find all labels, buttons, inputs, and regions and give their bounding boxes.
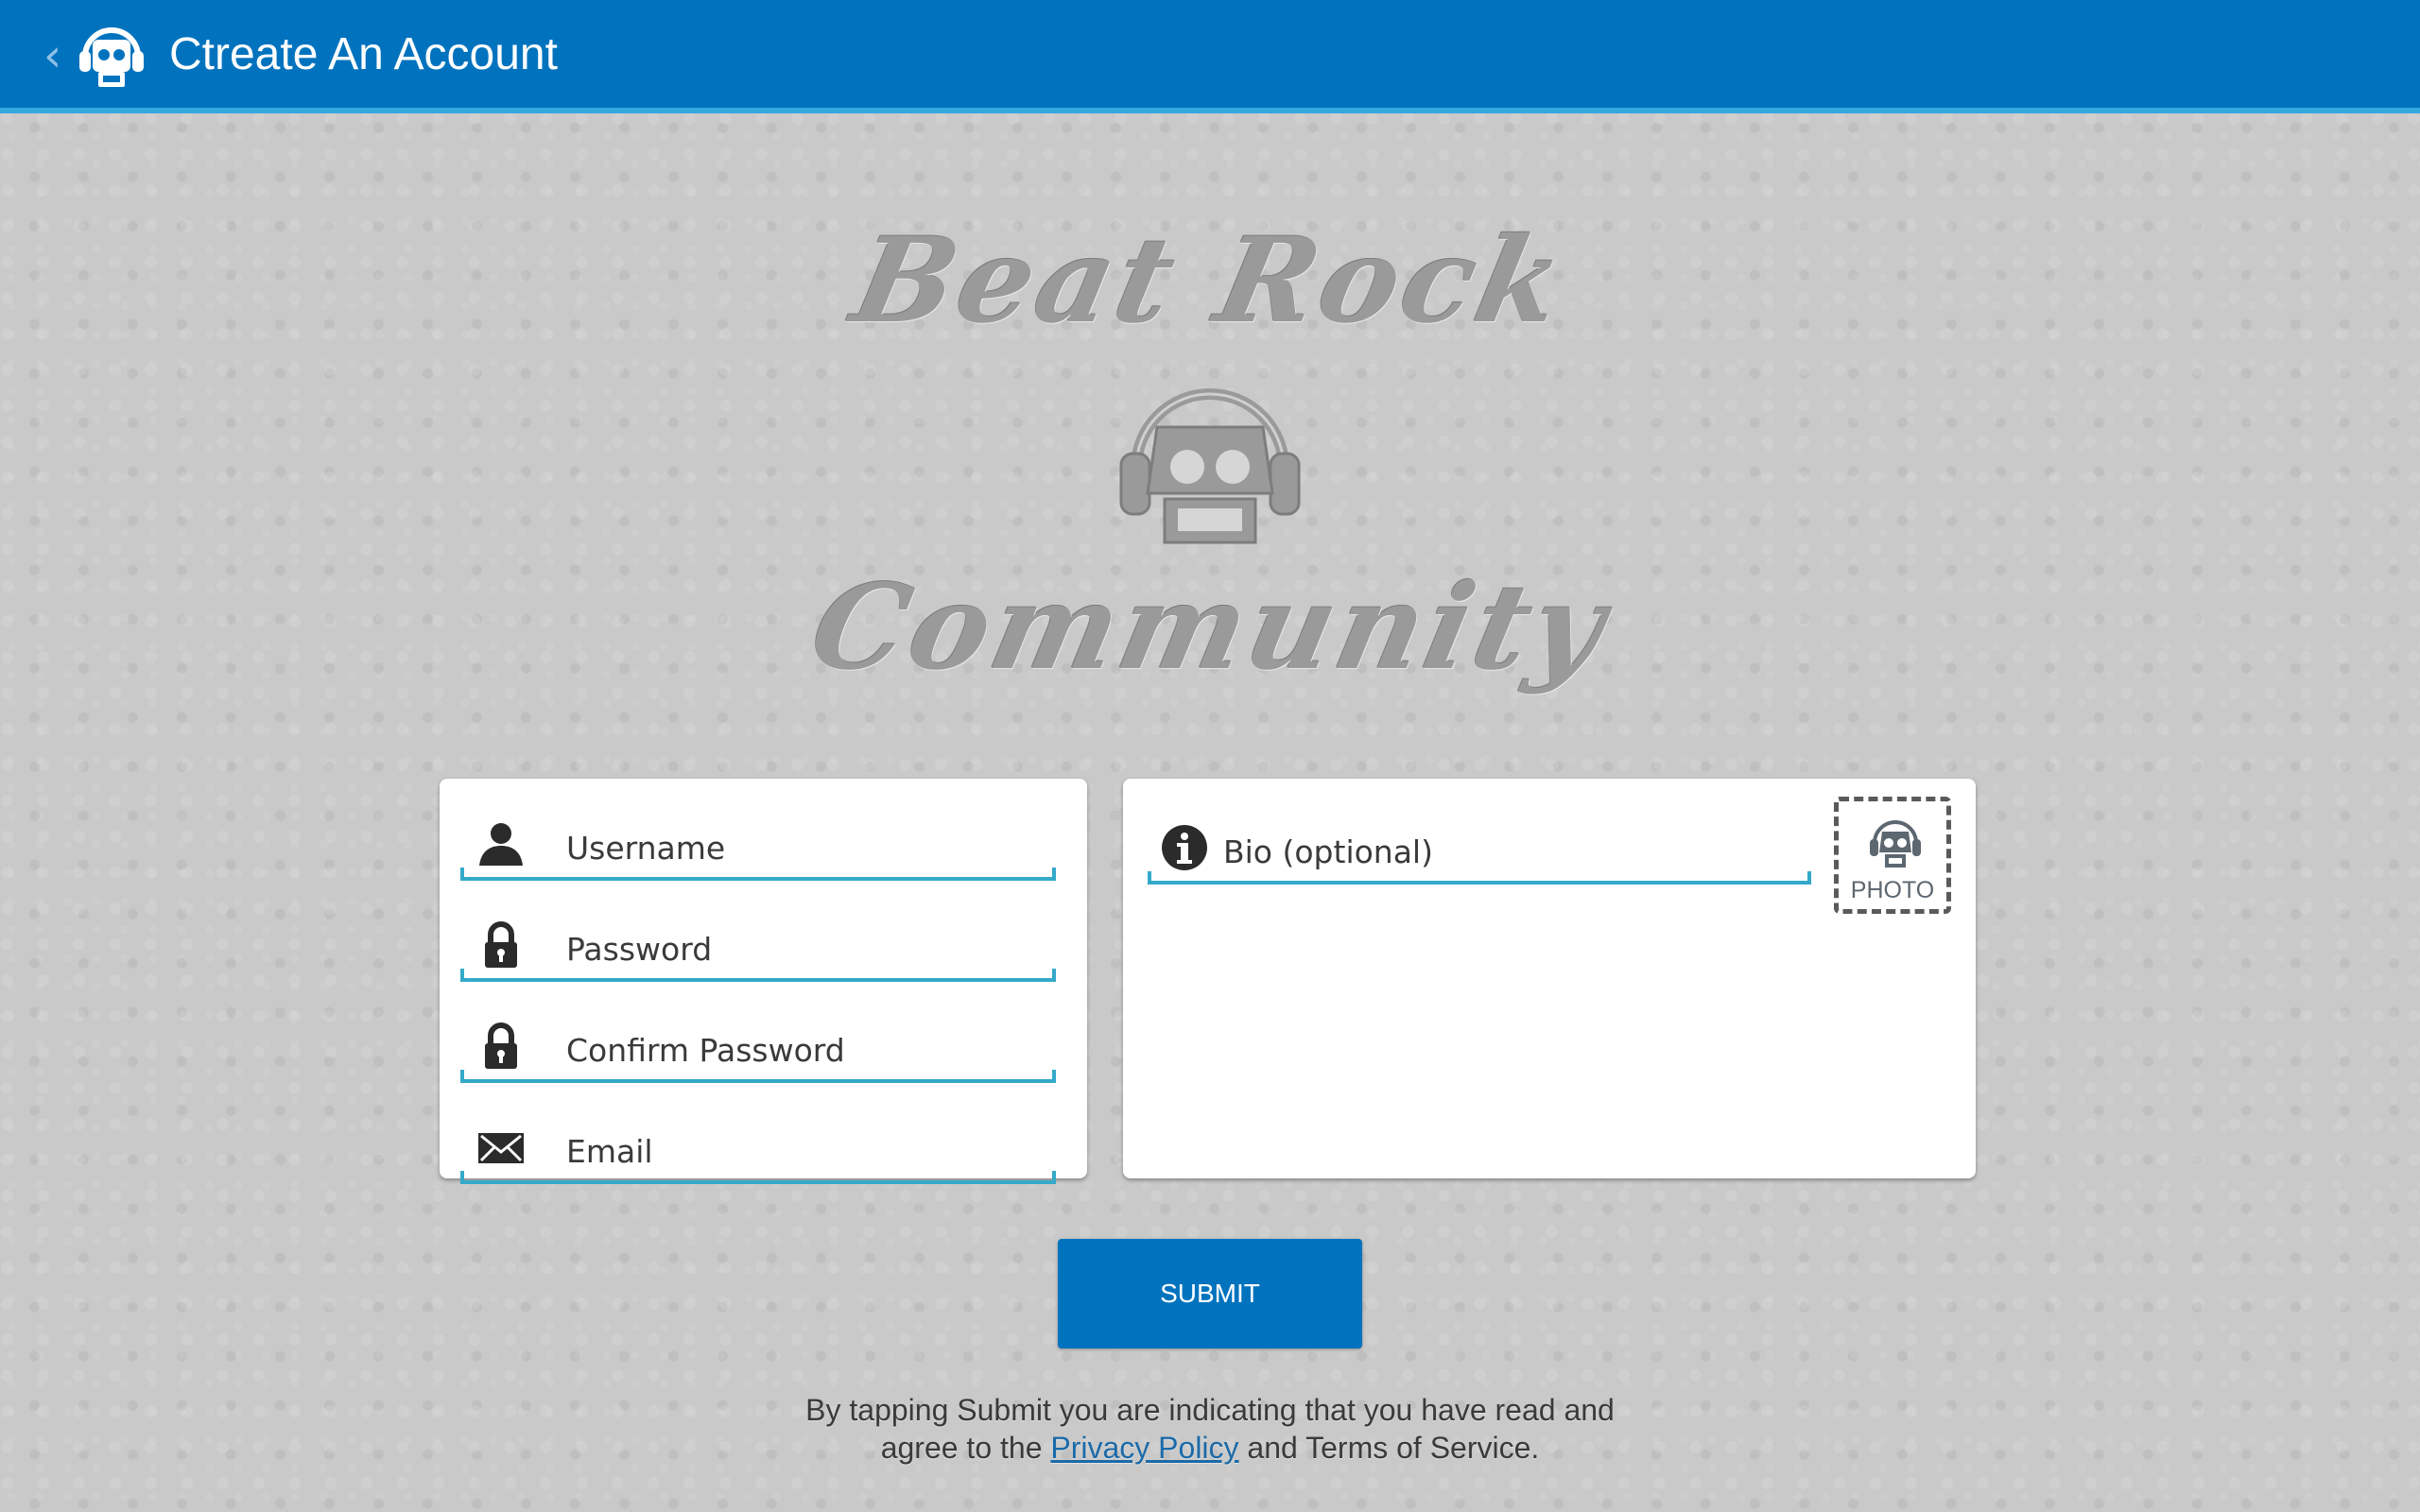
bio-textarea[interactable]	[1148, 902, 1841, 1160]
profile-card: PHOTO	[1123, 779, 1976, 1178]
terms-line-2: agree to the Privacy Policy and Terms of…	[0, 1429, 2420, 1467]
app-logo-icon[interactable]	[76, 19, 147, 91]
photo-upload-button[interactable]: PHOTO	[1834, 797, 1951, 914]
mail-icon	[478, 1133, 524, 1163]
confirm-password-field[interactable]	[460, 1007, 1056, 1083]
back-chevron-icon[interactable]: ‹	[43, 28, 61, 83]
info-icon	[1162, 825, 1207, 870]
photo-label: PHOTO	[1850, 877, 1935, 903]
password-underline	[460, 969, 1056, 982]
terms-suffix: and Terms of Service.	[1238, 1431, 1540, 1465]
email-underline	[460, 1171, 1056, 1184]
username-underline	[460, 868, 1056, 881]
terms-line-1: By tapping Submit you are indicating tha…	[805, 1393, 1615, 1427]
confirm-password-input[interactable]	[566, 1028, 1048, 1072]
submit-button[interactable]: SUBMIT	[1058, 1239, 1362, 1349]
password-input[interactable]	[566, 927, 1048, 971]
user-icon	[479, 823, 523, 866]
bio-field[interactable]	[1148, 809, 1811, 885]
terms-notice: By tapping Submit you are indicating tha…	[0, 1391, 2420, 1467]
confirm-password-underline	[460, 1070, 1056, 1083]
lock-icon	[485, 1022, 517, 1069]
password-field[interactable]	[460, 906, 1056, 982]
page-title: Ctreate An Account	[169, 29, 558, 79]
email-input[interactable]	[566, 1129, 1048, 1173]
username-input[interactable]	[566, 826, 1048, 869]
privacy-policy-link[interactable]: Privacy Policy	[1050, 1431, 1238, 1465]
credentials-card	[440, 779, 1087, 1184]
robot-headphones-icon	[1870, 820, 1921, 868]
robot-headphones-icon	[1119, 388, 1301, 544]
bio-underline	[1148, 871, 1811, 885]
brand-wordmark-bottom: Community	[800, 559, 1620, 696]
brand-wordmark-top: Beat Rock	[841, 213, 1579, 350]
action-bar: ‹ Ctreate An Account	[0, 0, 2420, 113]
terms-prefix: agree to the	[880, 1431, 1051, 1465]
email-field[interactable]	[460, 1108, 1056, 1184]
bio-input[interactable]	[1223, 830, 1804, 873]
lock-icon	[485, 921, 517, 968]
username-field[interactable]	[460, 805, 1056, 881]
